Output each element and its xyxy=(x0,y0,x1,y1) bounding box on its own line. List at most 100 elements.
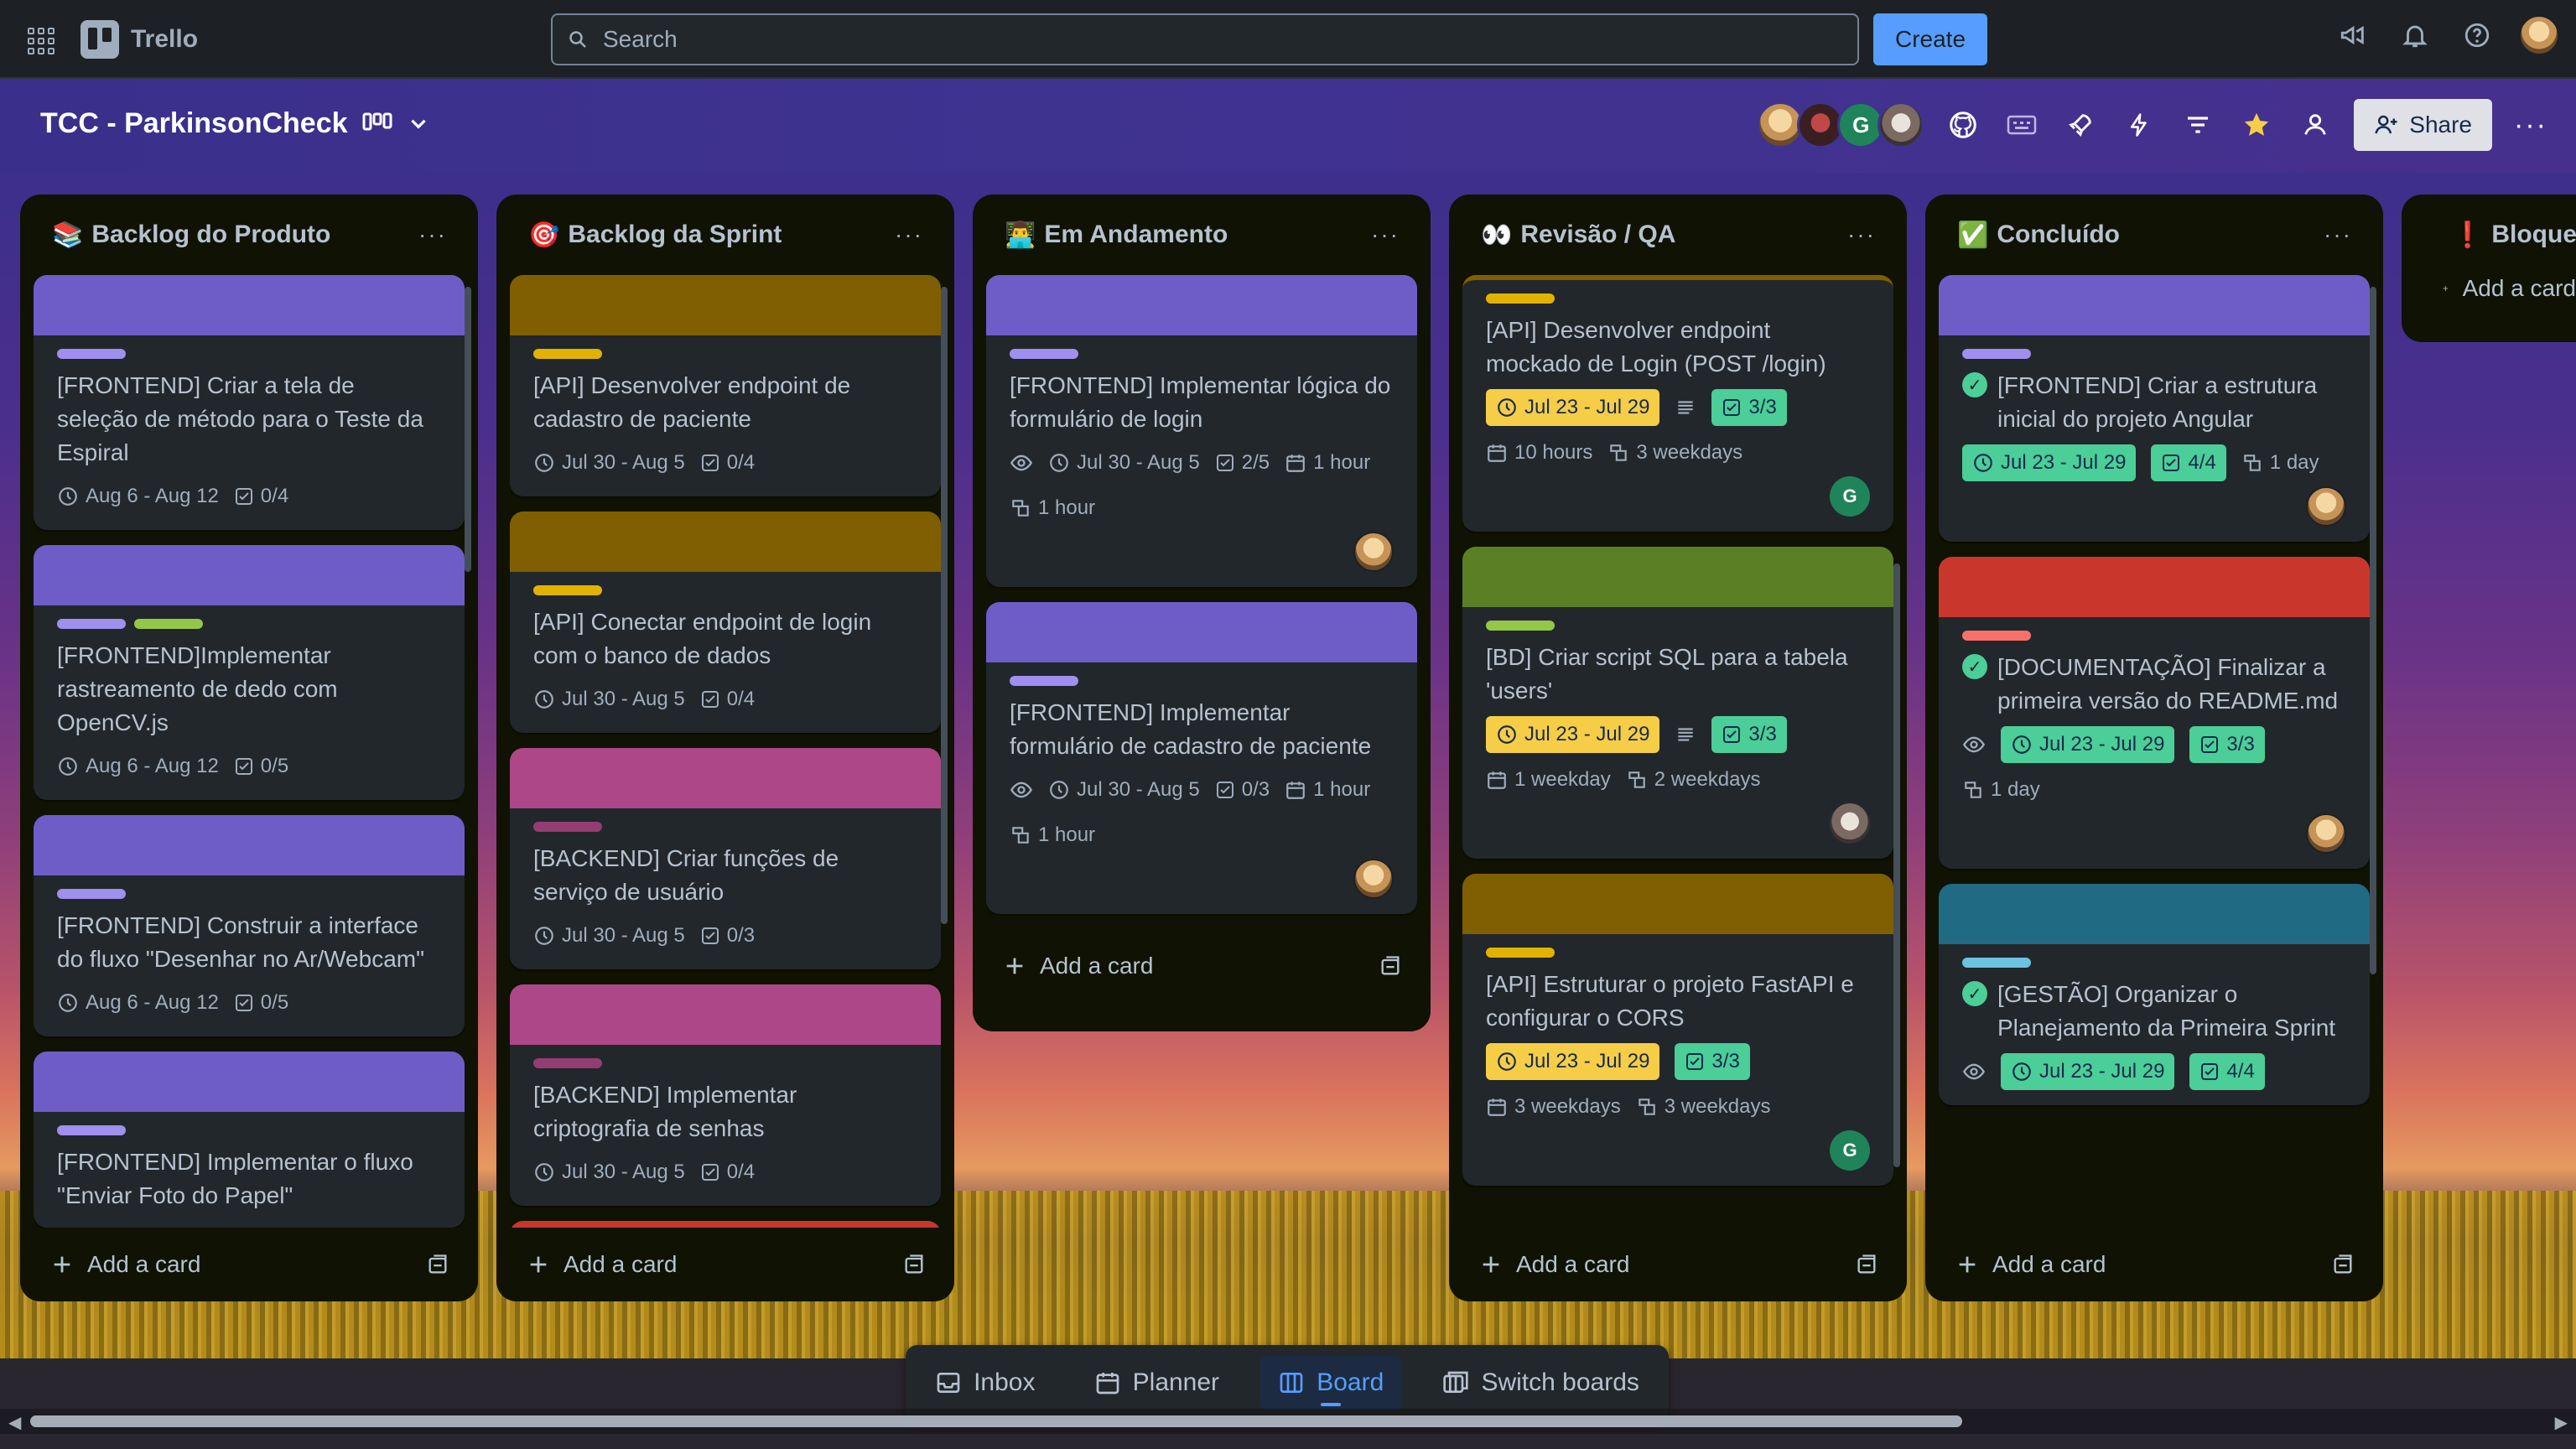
board-tab[interactable]: Board xyxy=(1259,1356,1403,1410)
card-member-avatar-g[interactable]: G xyxy=(1830,476,1870,517)
help-icon[interactable] xyxy=(2457,15,2497,55)
template-icon[interactable] xyxy=(1379,954,1402,978)
card-member-avatar[interactable] xyxy=(1353,532,1394,572)
card[interactable]: [FRONTEND] Implementar lógica do formulá… xyxy=(986,275,1417,587)
due-date-badge[interactable]: Jul 23 - Jul 29 xyxy=(1486,1043,1660,1080)
board-members[interactable]: G xyxy=(1757,101,1925,148)
add-card-button[interactable]: Add a card xyxy=(2415,275,2576,302)
complete-check-icon[interactable]: ✓ xyxy=(1962,372,1987,397)
checklist-icon xyxy=(700,453,720,473)
due-date-badge[interactable]: Jul 23 - Jul 29 xyxy=(2001,726,2175,763)
list-scrollbar[interactable] xyxy=(941,287,948,924)
card[interactable]: [BACKEND] Criar funções de serviço de us… xyxy=(510,748,941,969)
list-title[interactable]: 👀 Revisão / QA xyxy=(1481,221,1675,250)
apps-grid-icon[interactable] xyxy=(25,25,55,55)
search-input[interactable] xyxy=(603,26,1777,53)
complete-check-icon[interactable]: ✓ xyxy=(1962,654,1987,679)
card-member-avatar-g[interactable]: G xyxy=(1830,1130,1870,1171)
list-header[interactable]: ❗ Bloqueado xyxy=(2415,195,2576,275)
add-card-button[interactable]: Add a card xyxy=(1479,1251,1629,1278)
account-avatar[interactable] xyxy=(2519,15,2559,55)
card-member-avatar[interactable] xyxy=(1830,803,1870,844)
list-menu-ellipsis-icon[interactable]: ··· xyxy=(1368,218,1402,252)
bell-icon[interactable] xyxy=(2395,15,2435,55)
add-card-button[interactable]: Add a card xyxy=(50,1251,200,1278)
card[interactable]: ✓ [GESTÃO] Organizar o Planejamento da Pr… xyxy=(1939,884,2370,1105)
planner-tab[interactable]: Planner xyxy=(1076,1356,1238,1410)
template-icon[interactable] xyxy=(426,1253,449,1276)
team-icon[interactable] xyxy=(2295,105,2335,145)
scroll-left-icon[interactable]: ◀ xyxy=(8,1412,21,1433)
list-header[interactable]: 🎯 Backlog da Sprint ··· xyxy=(510,195,941,275)
estimate-badge: 10 hours xyxy=(1486,434,1592,471)
ellipsis-icon[interactable]: ··· xyxy=(2511,105,2551,145)
list-title[interactable]: 🎯 Backlog da Sprint xyxy=(528,221,782,250)
card[interactable]: [BD] Criar script SQL para a tabela 'use… xyxy=(1462,547,1893,859)
card[interactable]: [FRONTEND] Construir a interface do flux… xyxy=(34,815,465,1036)
list-title[interactable]: 📚 Backlog do Produto xyxy=(52,221,330,250)
template-icon[interactable] xyxy=(902,1253,926,1276)
megaphone-icon[interactable] xyxy=(2333,15,2373,55)
list-menu-ellipsis-icon[interactable]: ··· xyxy=(1845,218,1878,252)
horizontal-scrollbar[interactable]: ◀ ▶ xyxy=(0,1409,2576,1434)
list-menu-ellipsis-icon[interactable]: ··· xyxy=(892,218,926,252)
board-title[interactable]: TCC - ParkinsonCheck xyxy=(40,107,348,140)
scrollbar-thumb[interactable] xyxy=(30,1415,1962,1427)
github-icon[interactable] xyxy=(1943,105,1983,145)
estimate-badge: 1 hour xyxy=(1285,444,1370,481)
checklist-badge: 3/3 xyxy=(1711,716,1787,753)
due-date-badge[interactable]: Jul 23 - Jul 29 xyxy=(1486,716,1660,753)
card-member-avatar[interactable] xyxy=(1353,859,1394,899)
scroll-right-icon[interactable]: ▶ xyxy=(2555,1412,2568,1433)
share-button[interactable]: Share xyxy=(2354,99,2492,151)
card[interactable]: [BACKEND] Implementar criptografia de se… xyxy=(510,984,941,1206)
due-date-badge[interactable]: Jul 23 - Jul 29 xyxy=(1486,389,1660,426)
list-header[interactable]: 👀 Revisão / QA ··· xyxy=(1462,195,1893,275)
list-header[interactable]: 👨‍💻 Em Andamento ··· xyxy=(986,195,1417,275)
complete-check-icon[interactable]: ✓ xyxy=(1962,981,1987,1006)
inbox-tab[interactable]: Inbox xyxy=(917,1356,1053,1410)
list-title[interactable]: ❗ Bloqueado xyxy=(2452,221,2576,250)
rocket-icon[interactable] xyxy=(2060,105,2101,145)
board-view-selector[interactable] xyxy=(362,111,429,136)
card[interactable]: [FRONTEND]Implementar rastreamento de de… xyxy=(34,545,465,800)
list-menu-ellipsis-icon[interactable]: ··· xyxy=(416,218,449,252)
card[interactable]: [API] Desenvolver endpoint mockado de Lo… xyxy=(1462,275,1893,532)
keyboard-icon[interactable] xyxy=(2002,105,2042,145)
list-scrollbar[interactable] xyxy=(2370,287,2376,974)
card-member-avatar[interactable] xyxy=(2306,813,2346,854)
create-button[interactable]: Create xyxy=(1873,13,1987,65)
add-card-button[interactable]: Add a card xyxy=(1955,1251,2106,1278)
card[interactable]: [API] Conectar endpoint de login com o b… xyxy=(510,512,941,733)
template-icon[interactable] xyxy=(2331,1253,2355,1276)
card-member-avatar[interactable] xyxy=(2306,486,2346,527)
add-card-button[interactable]: Add a card xyxy=(1003,953,1153,979)
list-header[interactable]: 📚 Backlog do Produto ··· xyxy=(34,195,465,275)
card[interactable] xyxy=(510,1221,941,1228)
add-card-button[interactable]: Add a card xyxy=(527,1251,677,1278)
card[interactable]: [FRONTEND] Implementar o fluxo "Enviar F… xyxy=(34,1052,465,1228)
member-avatar[interactable] xyxy=(1877,101,1925,148)
card[interactable]: ✓ [FRONTEND] Criar a estrutura inicial do… xyxy=(1939,275,2370,542)
list-scrollbar[interactable] xyxy=(1893,564,1900,1167)
template-icon[interactable] xyxy=(1855,1253,1878,1276)
list-header[interactable]: ✅ Concluído ··· xyxy=(1939,195,2370,275)
switch-boards-tab[interactable]: Switch boards xyxy=(1424,1356,1657,1410)
card[interactable]: [FRONTEND] Implementar formulário de cad… xyxy=(986,602,1417,914)
trello-logo[interactable]: Trello xyxy=(80,20,198,59)
due-date-badge[interactable]: Jul 23 - Jul 29 xyxy=(1962,444,2137,481)
due-date-badge[interactable]: Jul 23 - Jul 29 xyxy=(2001,1053,2175,1090)
list-title[interactable]: 👨‍💻 Em Andamento xyxy=(1005,221,1228,250)
list-title-text: Bloqueado xyxy=(2491,221,2576,248)
card[interactable]: ✓ [DOCUMENTAÇÃO] Finalizar a primeira ver… xyxy=(1939,557,2370,869)
filter-icon[interactable] xyxy=(2178,105,2218,145)
card[interactable]: [API] Desenvolver endpoint de cadastro d… xyxy=(510,275,941,496)
star-icon[interactable] xyxy=(2236,105,2277,145)
card[interactable]: [FRONTEND] Criar a tela de seleção de mé… xyxy=(34,275,465,530)
search-box[interactable] xyxy=(551,13,1859,65)
list-scrollbar[interactable] xyxy=(465,287,471,572)
lightning-icon[interactable] xyxy=(2119,105,2159,145)
card[interactable]: [API] Estruturar o projeto FastAPI e con… xyxy=(1462,874,1893,1186)
list-menu-ellipsis-icon[interactable]: ··· xyxy=(2321,218,2355,252)
list-title[interactable]: ✅ Concluído xyxy=(1957,221,2120,250)
